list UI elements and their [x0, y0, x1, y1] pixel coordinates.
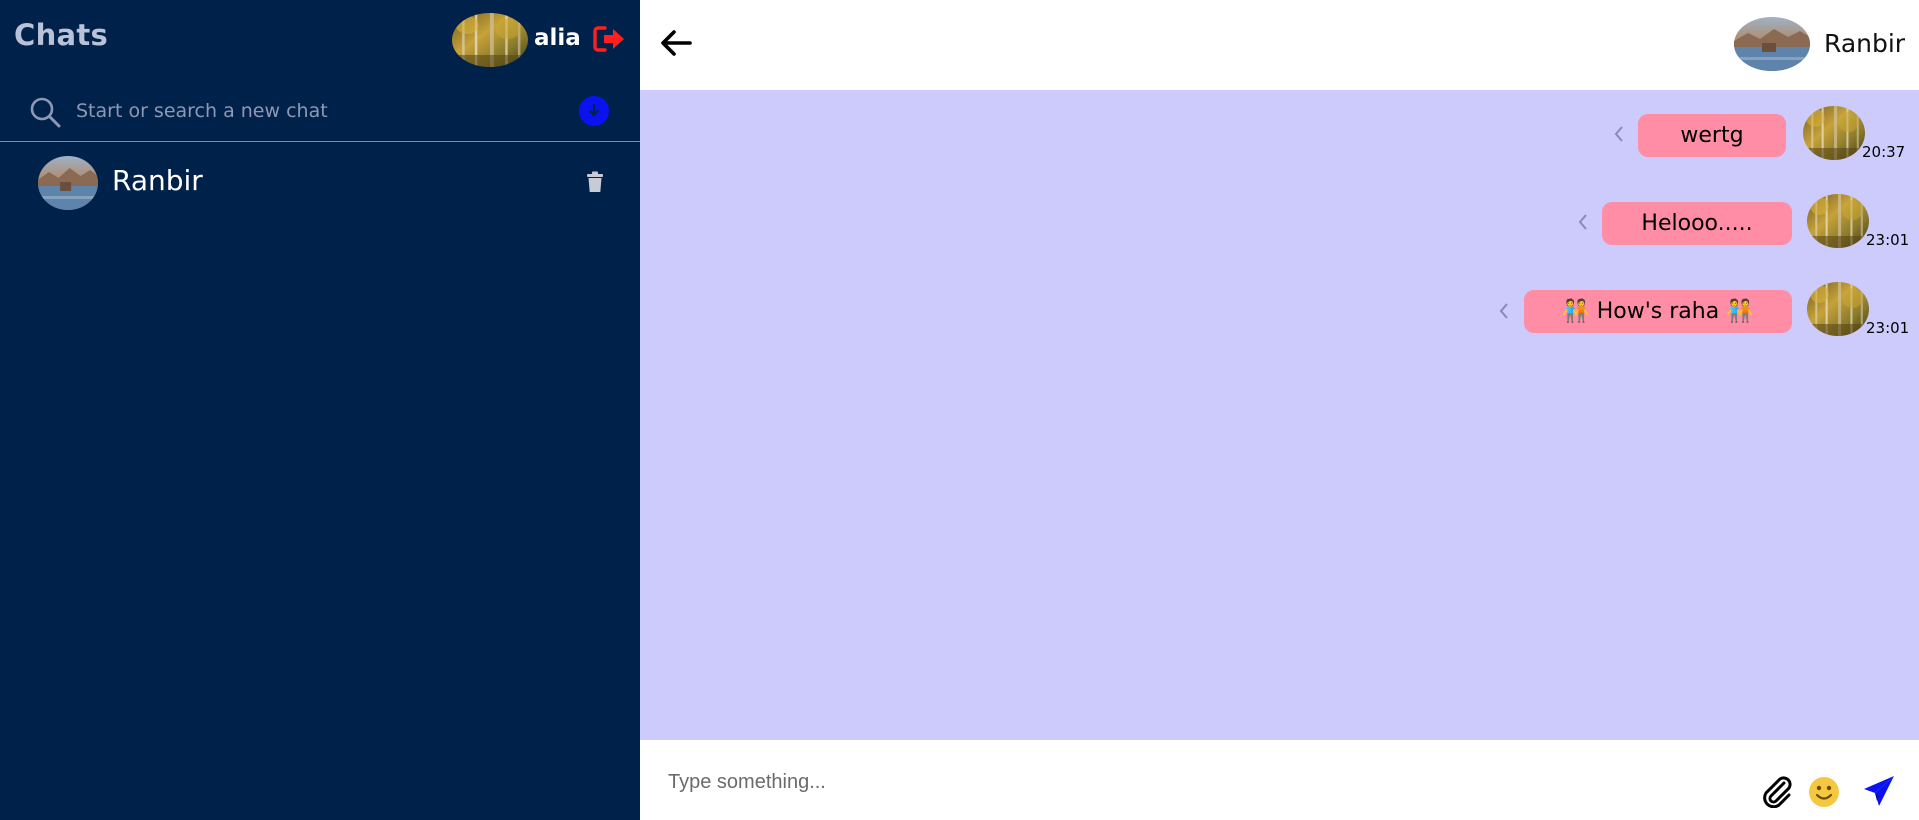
message-timestamp: 20:37	[1862, 143, 1906, 161]
contact-avatar[interactable]	[1734, 17, 1810, 71]
search-icon	[28, 95, 62, 129]
message-timestamp: 23:01	[1866, 319, 1910, 337]
message-bubble[interactable]: wertg	[1638, 114, 1786, 157]
contact-name: Ranbir	[1824, 29, 1906, 58]
sidebar-header: Chats alia	[0, 0, 640, 80]
search-bar	[0, 80, 640, 142]
chevron-left-icon[interactable]	[1613, 125, 1625, 143]
emoji-icon[interactable]	[1808, 776, 1840, 808]
message-composer	[640, 740, 1919, 820]
message: Helooo..... 23:01	[640, 193, 1919, 263]
avatar	[1807, 194, 1869, 248]
chevron-left-icon[interactable]	[1498, 302, 1510, 320]
message-bubble[interactable]: 🧑‍🤝‍🧑 How's raha 🧑‍🤝‍🧑	[1524, 290, 1792, 333]
new-chat-button[interactable]	[579, 96, 609, 126]
user-avatar[interactable]	[452, 13, 528, 67]
chevron-left-icon[interactable]	[1577, 213, 1589, 231]
avatar	[1803, 106, 1865, 160]
send-icon[interactable]	[1862, 774, 1896, 808]
chat-name: Ranbir	[112, 164, 203, 197]
avatar	[1807, 282, 1869, 336]
message: wertg 20:37	[640, 105, 1919, 175]
message-input[interactable]	[668, 762, 1748, 802]
sidebar: Chats alia Ranbir	[0, 0, 640, 820]
search-input[interactable]	[76, 94, 556, 128]
logout-icon[interactable]	[592, 24, 626, 54]
avatar	[38, 156, 98, 210]
message-timestamp: 23:01	[1866, 231, 1910, 249]
chat-header: Ranbir	[640, 0, 1919, 90]
arrow-left-icon[interactable]	[658, 27, 694, 59]
trash-icon[interactable]	[586, 171, 604, 193]
arrow-down-circle-icon	[588, 103, 600, 117]
paperclip-icon[interactable]	[1760, 774, 1794, 809]
user-name: alia	[534, 25, 581, 51]
message-list: wertg 20:37 Helooo..... 23:01 🧑‍🤝‍🧑 How'…	[640, 90, 1919, 740]
message-bubble[interactable]: Helooo.....	[1602, 202, 1792, 245]
chat-list-item[interactable]: Ranbir	[0, 150, 640, 214]
chat-panel: Ranbir wertg 20:37 Helooo..... 23:01	[640, 0, 1919, 820]
message: 🧑‍🤝‍🧑 How's raha 🧑‍🤝‍🧑 23:01	[640, 281, 1919, 351]
page-title: Chats	[14, 18, 109, 52]
